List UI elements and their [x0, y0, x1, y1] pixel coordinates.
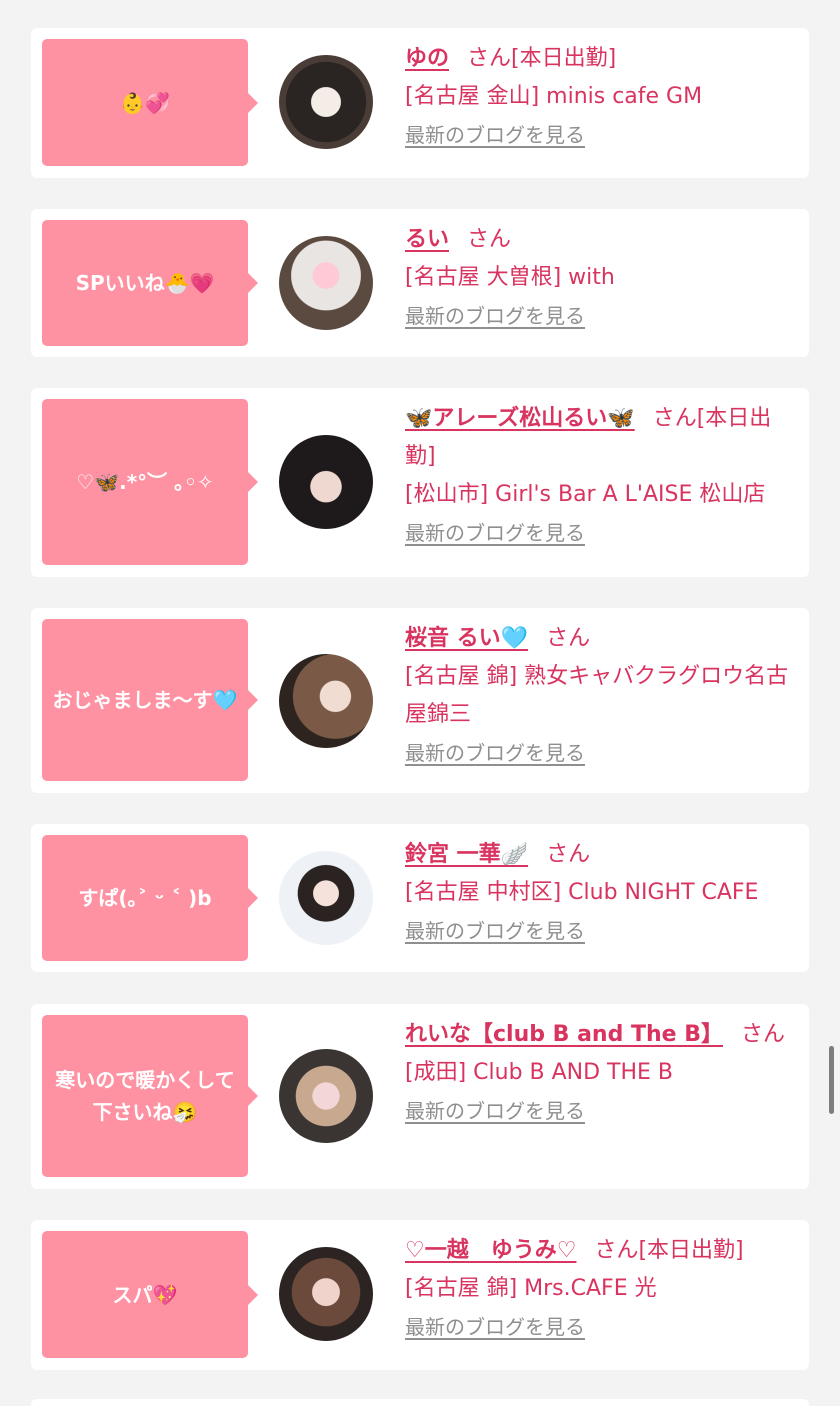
shop-label: [名古屋 中村区] Club NIGHT CAFE	[405, 880, 759, 905]
post-card: 👶💞 ゆの さん[本日出勤] [名古屋 金山] minis cafe GM 最新の…	[31, 28, 809, 178]
shop-label: [名古屋 錦] Mrs.CAFE 光	[405, 1276, 657, 1301]
message-bubble: スパ💖	[42, 1231, 258, 1358]
cast-name-link[interactable]: ♡一越 ゆうみ♡	[405, 1238, 576, 1263]
san-suffix: さん[本日出勤]	[594, 1238, 744, 1263]
message-text: おじゃましま〜す🩵	[52, 688, 238, 712]
blog-link[interactable]: 最新のブログを見る	[405, 1092, 585, 1130]
shop-label: [名古屋 大曽根] with	[405, 265, 615, 290]
cast-name-link[interactable]: るい	[405, 227, 449, 252]
cast-name-link[interactable]: ゆの	[405, 46, 449, 71]
san-suffix: さん	[546, 842, 591, 867]
san-suffix: さん	[546, 626, 591, 651]
message-text: スパ💖	[112, 1282, 178, 1307]
shop-label: [名古屋 金山] minis cafe GM	[405, 84, 703, 109]
scrollbar[interactable]	[829, 1046, 834, 1114]
message-text: ♡🦋.*°︶ ｡◦✧	[76, 470, 214, 494]
blog-link[interactable]: 最新のブログを見る	[405, 116, 585, 154]
blog-link[interactable]: 最新のブログを見る	[405, 297, 585, 335]
avatar[interactable]	[279, 1049, 373, 1143]
avatar[interactable]	[279, 851, 373, 945]
avatar[interactable]	[279, 236, 373, 330]
post-card: スパ💖 ♡一越 ゆうみ♡ さん[本日出勤] [名古屋 錦] Mrs.CAFE 光 …	[31, 1220, 809, 1370]
message-text: SPいいね🐣💗	[75, 271, 215, 295]
shop-label: [成田] Club B AND THE B	[405, 1060, 674, 1085]
blog-link[interactable]: 最新のブログを見る	[405, 912, 585, 950]
blog-link[interactable]: 最新のブログを見る	[405, 514, 585, 552]
post-card: 寒いので暖かくして下さいね🤧 れいな【club B and The B】 さん […	[31, 1004, 809, 1189]
shop-label: [名古屋 錦] 熟女キャバクラグロウ名古屋錦三	[405, 664, 789, 727]
post-card: ♡🦋.*°︶ ｡◦✧ 🦋アレーズ松山るい🦋 さん[本日出勤] [松山市] Girl…	[31, 388, 809, 577]
avatar[interactable]	[279, 435, 373, 529]
san-suffix: さん	[467, 227, 512, 252]
next-card-edge	[31, 1399, 809, 1406]
post-card: すぱ(｡˃ ᵕ ˂ )b 鈴宮 一華🪽 さん [名古屋 中村区] Club NIG…	[31, 824, 809, 972]
message-bubble: おじゃましま〜す🩵	[42, 619, 258, 781]
avatar[interactable]	[279, 55, 373, 149]
message-text: 👶💞	[120, 90, 170, 115]
shop-label: [松山市] Girl's Bar A L'AISE 松山店	[405, 482, 766, 507]
blog-link[interactable]: 最新のブログを見る	[405, 734, 585, 772]
cast-name-link[interactable]: れいな【club B and The B】	[405, 1022, 723, 1047]
card-info: るい さん [名古屋 大曽根] with 最新のブログを見る	[405, 221, 795, 336]
card-info: 鈴宮 一華🪽 さん [名古屋 中村区] Club NIGHT CAFE 最新のブロ…	[405, 836, 795, 951]
cast-name-link[interactable]: 🦋アレーズ松山るい🦋	[405, 406, 635, 431]
message-bubble: 👶💞	[42, 39, 258, 166]
message-bubble: SPいいね🐣💗	[42, 220, 258, 346]
card-info: 🦋アレーズ松山るい🦋 さん[本日出勤] [松山市] Girl's Bar A L'…	[405, 400, 795, 553]
cast-name-link[interactable]: 鈴宮 一華🪽	[405, 842, 528, 867]
san-suffix: さん[本日出勤]	[467, 46, 617, 71]
avatar[interactable]	[279, 654, 373, 748]
san-suffix: さん	[741, 1022, 786, 1047]
card-info: ♡一越 ゆうみ♡ さん[本日出勤] [名古屋 錦] Mrs.CAFE 光 最新のブ…	[405, 1232, 795, 1347]
post-card: SPいいね🐣💗 るい さん [名古屋 大曽根] with 最新のブログを見る	[31, 209, 809, 357]
message-bubble: 寒いので暖かくして下さいね🤧	[42, 1015, 258, 1177]
card-info: 桜音 るい🩵 さん [名古屋 錦] 熟女キャバクラグロウ名古屋錦三 最新のブログを…	[405, 620, 795, 773]
card-info: ゆの さん[本日出勤] [名古屋 金山] minis cafe GM 最新のブログ…	[405, 40, 795, 155]
cast-name-link[interactable]: 桜音 るい🩵	[405, 626, 528, 651]
card-info: れいな【club B and The B】 さん [成田] Club B AND …	[405, 1016, 795, 1131]
message-bubble: すぱ(｡˃ ᵕ ˂ )b	[42, 835, 258, 961]
blog-link[interactable]: 最新のブログを見る	[405, 1308, 585, 1346]
message-bubble: ♡🦋.*°︶ ｡◦✧	[42, 399, 258, 565]
message-text: 寒いので暖かくして下さいね🤧	[55, 1068, 235, 1124]
avatar[interactable]	[279, 1247, 373, 1341]
post-card: おじゃましま〜す🩵 桜音 るい🩵 さん [名古屋 錦] 熟女キャバクラグロウ名古屋…	[31, 608, 809, 793]
message-text: すぱ(｡˃ ᵕ ˂ )b	[78, 886, 212, 910]
